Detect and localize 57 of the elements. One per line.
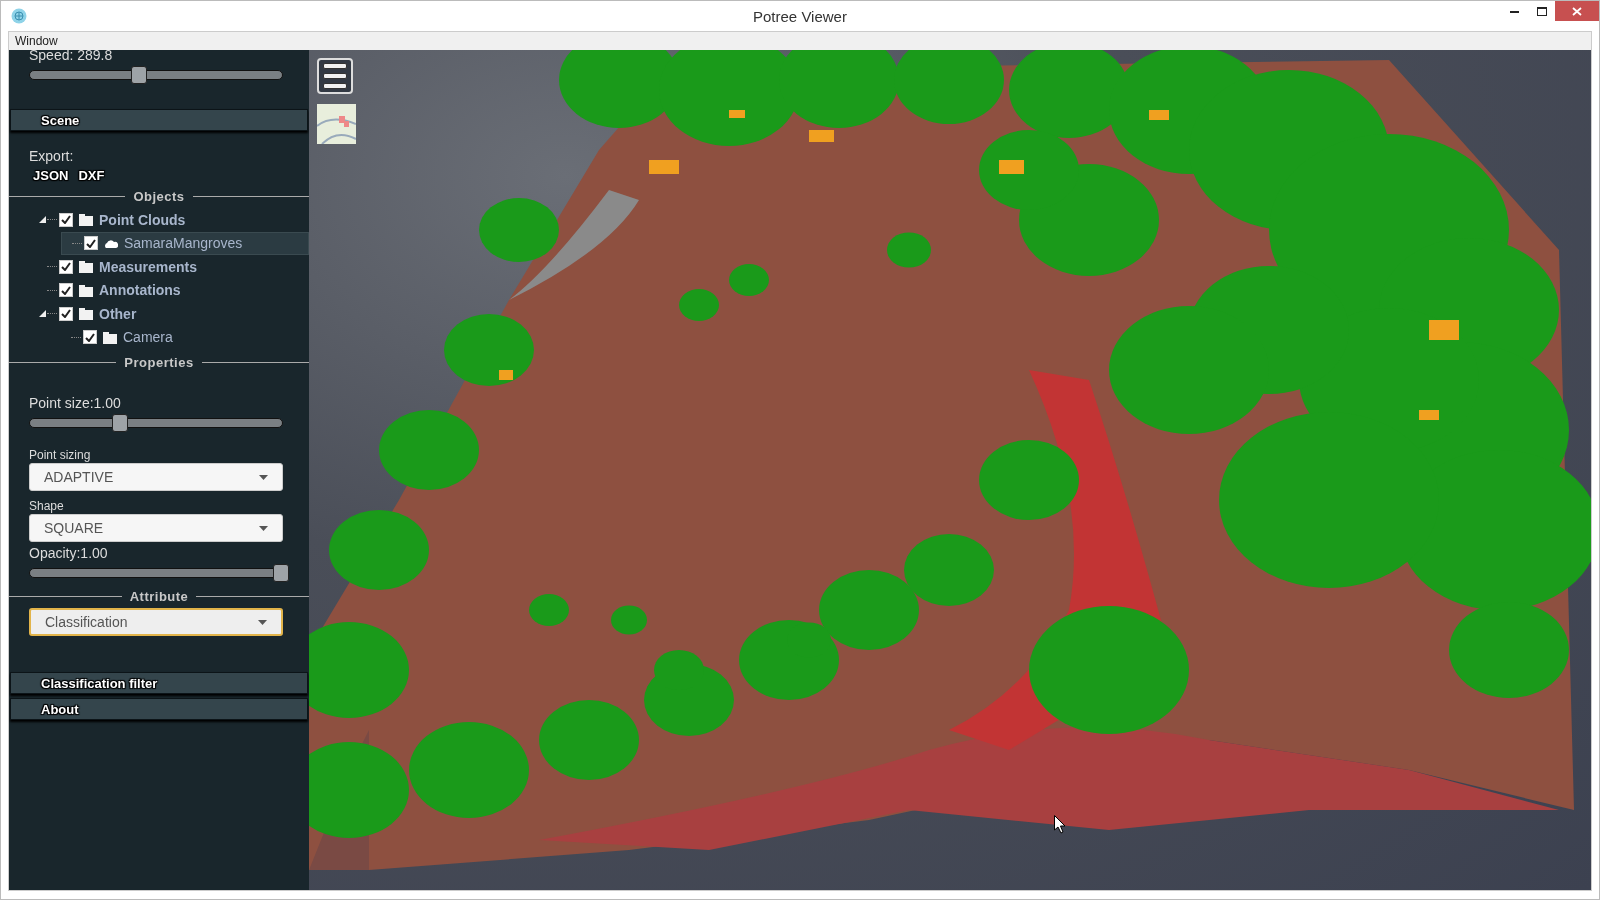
checkbox[interactable] [59, 283, 73, 298]
export-button[interactable]: JSON [32, 168, 70, 183]
export-label: Export: [29, 148, 74, 164]
tree-item-label: SamaraMangroves [124, 235, 243, 252]
opacity-label: Opacity:1.00 [29, 545, 108, 561]
tree-item[interactable]: Other [99, 305, 137, 322]
export-button[interactable]: DXF [77, 168, 106, 183]
tree-item[interactable]: Annotations [99, 282, 181, 299]
dropdown-value: Classification [45, 614, 128, 630]
dropdown[interactable]: Classification [29, 608, 283, 636]
section-label: Objects [133, 189, 185, 204]
folder-icon [79, 260, 93, 274]
folder-icon [79, 283, 93, 297]
window-title: Potree Viewer [753, 7, 847, 25]
field-label: Point sizing [29, 448, 91, 462]
section-label: Properties [124, 355, 194, 370]
maximize-icon [1536, 6, 1547, 16]
caret-icon [258, 619, 267, 625]
app-icon [11, 8, 27, 24]
checkbox[interactable] [59, 259, 73, 274]
field-label: Shape [29, 499, 64, 513]
dropdown-value: SQUARE [44, 520, 104, 536]
point-size-label: Point size:1.00 [29, 395, 121, 411]
tree-item[interactable]: Measurements [99, 258, 198, 275]
slider-thumb[interactable] [111, 414, 128, 432]
folder-icon [79, 213, 93, 227]
close-icon [1572, 6, 1582, 16]
tree-item[interactable]: SamaraMangroves [61, 231, 309, 255]
expander-icon[interactable] [38, 216, 46, 224]
tree-item[interactable]: Point Clouds [99, 211, 186, 228]
checkbox[interactable] [59, 306, 73, 321]
menu-item[interactable]: Window [9, 34, 64, 48]
slider[interactable] [29, 563, 289, 583]
section-header[interactable]: Scene [10, 109, 308, 131]
dropdown[interactable]: ADAPTIVE [29, 463, 283, 491]
tree-item[interactable]: Camera [123, 329, 173, 346]
checkbox[interactable] [83, 330, 97, 345]
checkbox[interactable] [59, 212, 73, 227]
caret-icon [259, 474, 268, 480]
minimize-icon [1510, 9, 1519, 13]
caret-icon [259, 525, 268, 531]
mouse-cursor-icon [1054, 815, 1066, 834]
section-header[interactable]: About [10, 698, 308, 720]
slider-thumb[interactable] [131, 66, 148, 84]
speed-label: Speed: 289.8 [29, 50, 113, 63]
slider-thumb[interactable] [273, 564, 289, 582]
section-header[interactable]: Classification filter [10, 672, 308, 694]
dropdown[interactable]: SQUARE [29, 514, 283, 542]
expander-icon[interactable] [38, 310, 46, 318]
section-label: Attribute [129, 589, 189, 604]
folder-icon [103, 330, 117, 344]
folder-icon [79, 307, 93, 321]
checkbox[interactable] [84, 236, 98, 251]
map-thumbnail[interactable] [317, 104, 356, 144]
dropdown-value: ADAPTIVE [44, 469, 114, 485]
menu-button[interactable] [317, 58, 353, 94]
close-button[interactable] [1555, 1, 1599, 21]
